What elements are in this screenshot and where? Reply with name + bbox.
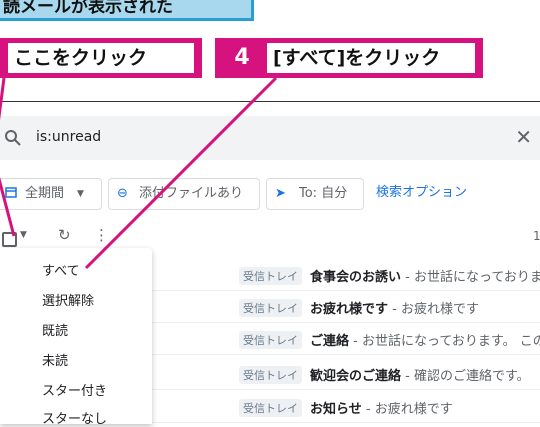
callout-pointers (0, 76, 278, 270)
callout-4-pointer-line (84, 76, 278, 270)
callout-3-pointer-line (0, 77, 6, 121)
callout-3-pointer-line (0, 176, 16, 237)
